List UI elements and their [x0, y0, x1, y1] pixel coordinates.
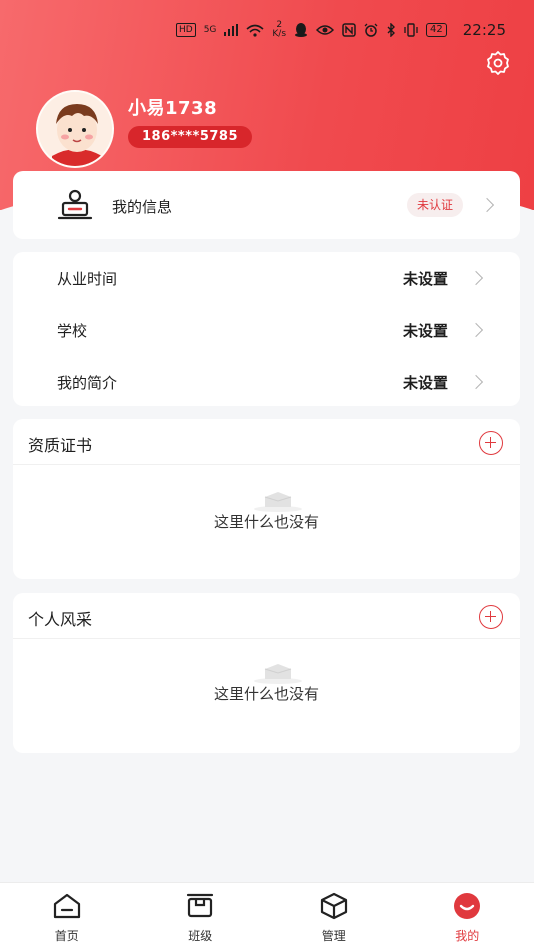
tab-mine[interactable]: 我的 — [401, 883, 534, 948]
qq-icon — [295, 23, 308, 37]
box-icon — [320, 892, 347, 920]
tab-class[interactable]: 班级 — [134, 883, 268, 948]
signal-icon — [224, 24, 239, 36]
empty-state-text: 这里什么也没有 — [213, 685, 319, 703]
status-bar: HD 5G 2 K/s 42 22:25 — [0, 0, 534, 60]
certificates-title: 资质证书 — [28, 436, 93, 455]
net-speed-unit: K/s — [272, 29, 287, 39]
bluetooth-icon — [387, 23, 396, 37]
detail-value: 未设置 — [403, 322, 449, 340]
wifi-icon — [246, 24, 264, 37]
nfc-icon — [342, 23, 356, 37]
tab-label: 我的 — [455, 929, 480, 943]
tab-home[interactable]: 首页 — [0, 883, 134, 948]
detail-value: 未设置 — [403, 374, 449, 392]
certificates-section: 资质证书 这里什么也没有 — [13, 419, 520, 579]
vibrate-icon — [404, 23, 418, 37]
detail-row-school[interactable]: 学校 未设置 — [13, 304, 520, 356]
tab-label: 首页 — [54, 929, 79, 943]
class-icon — [187, 893, 214, 918]
chevron-right-icon — [468, 270, 484, 286]
phone-badge: 186****5785 — [128, 126, 253, 148]
bottom-tab-bar: 首页 班级 管理 我的 — [0, 882, 534, 948]
my-info-card[interactable]: 我的信息 未认证 — [13, 171, 520, 239]
signal-label: 5G — [203, 25, 217, 35]
eye-icon — [316, 25, 335, 35]
tab-label: 班级 — [188, 929, 213, 943]
chevron-right-icon — [468, 322, 484, 338]
unverified-badge: 未认证 — [407, 193, 464, 217]
detail-value: 未设置 — [403, 270, 449, 288]
tab-label: 管理 — [321, 929, 346, 943]
detail-row-bio[interactable]: 我的简介 未设置 — [13, 356, 520, 408]
add-personal-style-button[interactable] — [479, 605, 503, 629]
chevron-right-icon — [479, 197, 495, 213]
hd-indicator: HD — [176, 23, 196, 37]
home-icon — [53, 893, 80, 919]
detail-label: 我的简介 — [57, 374, 118, 392]
personal-style-title: 个人风采 — [28, 610, 93, 629]
settings-gear-icon[interactable] — [485, 50, 511, 76]
personal-style-header: 个人风采 — [13, 593, 520, 639]
net-speed: 2 K/s — [272, 21, 286, 39]
profile-details-card: 从业时间 未设置 学校 未设置 我的简介 未设置 — [13, 252, 520, 406]
certificates-header: 资质证书 — [13, 419, 520, 465]
status-time: 22:25 — [462, 21, 506, 39]
battery-indicator: 42 — [426, 23, 447, 37]
profile-icon — [454, 893, 481, 919]
detail-row-work-time[interactable]: 从业时间 未设置 — [13, 252, 520, 304]
chevron-right-icon — [468, 374, 484, 390]
detail-label: 从业时间 — [57, 270, 118, 288]
my-info-label: 我的信息 — [112, 198, 173, 216]
empty-state-text: 这里什么也没有 — [213, 513, 319, 531]
detail-label: 学校 — [57, 322, 88, 340]
add-certificate-button[interactable] — [479, 431, 503, 455]
avatar[interactable] — [36, 90, 114, 168]
empty-box-icon — [254, 492, 302, 512]
status-icons: HD 5G 2 K/s 42 22:25 — [176, 21, 506, 39]
tab-manage[interactable]: 管理 — [267, 883, 401, 948]
personal-style-section: 个人风采 这里什么也没有 — [13, 593, 520, 753]
alarm-icon — [364, 23, 378, 37]
username: 小易1738 — [128, 98, 218, 119]
id-card-icon — [57, 189, 93, 220]
empty-box-icon — [254, 664, 302, 684]
